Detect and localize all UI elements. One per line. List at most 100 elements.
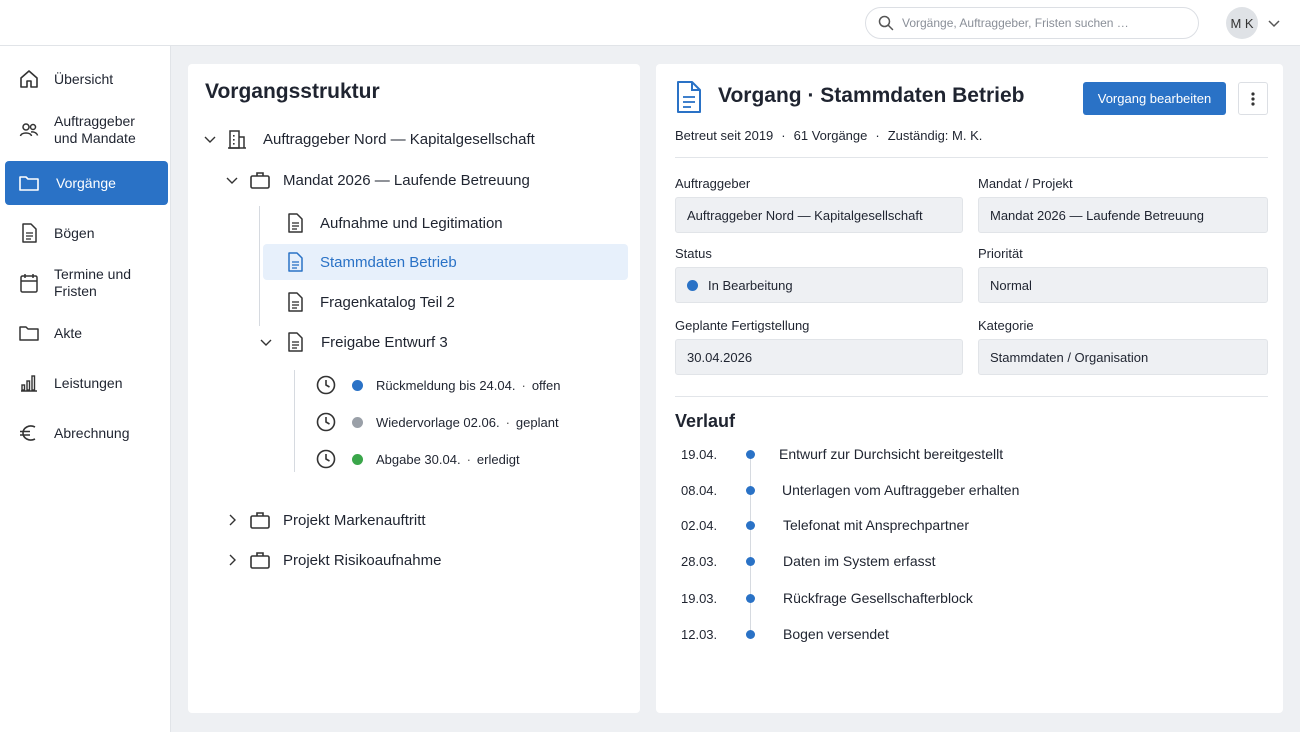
sidebar-item-label: Akte: [54, 324, 83, 341]
meta-owner: Zuständig: M. K.: [887, 128, 983, 143]
more-vertical-icon: [1251, 91, 1255, 106]
tree-item-client[interactable]: Auftraggeber Nord — Kapitalgesellschaft: [202, 121, 535, 157]
prioritaet-field[interactable]: Normal: [978, 267, 1268, 303]
tree-item-label: Aufnahme und Legitimation: [320, 214, 503, 232]
kategorie-field[interactable]: Stammdaten / Organisation: [978, 339, 1268, 375]
tree-panel: Vorgangsstruktur Auftraggeber Nord — Kap…: [188, 64, 640, 713]
timeline-dot: [746, 485, 755, 495]
separator: ·: [521, 377, 526, 393]
sidebar: Übersicht Auftraggeber und Mandate Vorgä…: [0, 46, 171, 732]
tree-item-project[interactable]: Projekt Markenauftritt: [224, 502, 426, 538]
timeline-item: 19.03. Rückfrage Gesellschafterblock: [681, 588, 973, 608]
timeline-text: Telefonat mit Ansprechpartner: [783, 517, 969, 533]
building-icon: [228, 130, 246, 149]
chevron-down-icon[interactable]: [224, 172, 240, 188]
briefcase-icon: [250, 172, 270, 189]
folder-icon: [19, 176, 39, 191]
timeline-item: 12.03. Bogen versendet: [681, 624, 889, 644]
timeline-date: 28.03.: [681, 553, 718, 569]
sidebar-item-leistungen[interactable]: Leistungen: [5, 361, 168, 405]
timeline-text: Unterlagen vom Auftraggeber erhalten: [782, 482, 1020, 498]
timeline-date: 19.03.: [681, 590, 718, 606]
deadline-label: Wiedervorlage 02.06.: [376, 414, 500, 430]
divider: [675, 157, 1268, 158]
field-label: Kategorie: [978, 318, 1034, 333]
chevron-right-icon[interactable]: [224, 512, 240, 528]
divider: [675, 396, 1268, 397]
tree-item-doc[interactable]: Freigabe Entwurf 3: [258, 324, 448, 360]
sidebar-item-label: Vorgänge: [56, 174, 116, 191]
timeline-item: 28.03. Daten im System erfasst: [681, 551, 936, 571]
status-field[interactable]: In Bearbeitung: [675, 267, 963, 303]
tree-item-project[interactable]: Projekt Risikoaufnahme: [224, 542, 441, 578]
sidebar-item-label: Auftraggeber und Mandate: [54, 113, 136, 146]
tree-item-label: Fragenkatalog Teil 2: [320, 293, 455, 311]
tree-item-doc[interactable]: Fragenkatalog Teil 2: [284, 284, 455, 320]
mandat-field[interactable]: Mandat 2026 — Laufende Betreuung: [978, 197, 1268, 233]
field-label: Status: [675, 246, 712, 261]
sidebar-item-label: Übersicht: [54, 70, 114, 87]
tree-item-doc[interactable]: Aufnahme und Legitimation: [284, 205, 503, 241]
sidebar-item-akte[interactable]: Akte: [5, 311, 168, 355]
status-value: In Bearbeitung: [708, 277, 793, 293]
sidebar-item-label: Leistungen: [54, 374, 123, 391]
document-icon: [288, 332, 303, 352]
sidebar-item-boegen[interactable]: Bögen: [5, 211, 168, 255]
sidebar-item-abrechnung[interactable]: Abrechnung: [5, 411, 168, 455]
timeline-item: 19.04. Entwurf zur Durchsicht bereitgest…: [681, 444, 1003, 464]
folder-icon: [19, 326, 39, 341]
sidebar-item-termine[interactable]: Termine und Fristen: [5, 261, 168, 305]
tree-connector: [259, 206, 260, 326]
search-box[interactable]: [865, 7, 1199, 39]
document-icon: [288, 252, 303, 272]
avatar[interactable]: M K: [1226, 7, 1258, 39]
search-input[interactable]: [902, 16, 1182, 30]
fertigstellung-field[interactable]: 30.04.2026: [675, 339, 963, 375]
verlauf-title: Verlauf: [675, 411, 736, 431]
separator: ·: [781, 128, 786, 143]
chevron-down-icon[interactable]: [258, 334, 274, 350]
sidebar-item-label: Termine und Fristen: [54, 266, 132, 299]
sidebar-item-vorgaenge[interactable]: Vorgänge: [5, 161, 168, 205]
more-button[interactable]: [1238, 82, 1268, 115]
meta-line: Betreut seit 2019 · 61 Vorgänge · Zustän…: [675, 128, 982, 143]
deadline-item[interactable]: Wiedervorlage 02.06. · geplant: [315, 407, 559, 437]
timeline-dot: [746, 593, 755, 603]
timeline-dot: [746, 449, 755, 459]
tree-connector: [294, 370, 295, 472]
timeline-text: Bogen versendet: [783, 626, 889, 642]
separator: ·: [505, 414, 510, 430]
deadline-item[interactable]: Abgabe 30.04. · erledigt: [315, 444, 520, 474]
deadline-state: erledigt: [476, 451, 520, 467]
timeline-item: 08.04. Unterlagen vom Auftraggeber erhal…: [681, 480, 1019, 500]
chevron-right-icon[interactable]: [224, 552, 240, 568]
detail-title: Vorgang · Stammdaten Betrieb: [718, 84, 1025, 107]
briefcase-icon: [250, 512, 270, 529]
timeline-dot: [746, 556, 755, 566]
tree-item-mandate[interactable]: Mandat 2026 — Laufende Betreuung: [224, 162, 530, 198]
edit-button[interactable]: Vorgang bearbeiten: [1083, 82, 1226, 115]
tree-item-doc-selected[interactable]: Stammdaten Betrieb: [263, 244, 628, 280]
field-label: Auftraggeber: [675, 176, 751, 191]
document-icon: [22, 223, 37, 243]
timeline-dot: [746, 629, 755, 639]
tree-title: Vorgangsstruktur: [205, 80, 380, 103]
search-icon: [878, 15, 894, 31]
document-icon: [288, 213, 303, 233]
separator: ·: [466, 451, 471, 467]
auftraggeber-field[interactable]: Auftraggeber Nord — Kapitalgesellschaft: [675, 197, 963, 233]
clock-icon: [316, 412, 336, 432]
sidebar-item-auftraggeber[interactable]: Auftraggeber und Mandate: [5, 108, 168, 152]
deadline-item[interactable]: Rückmeldung bis 24.04. · offen: [315, 370, 561, 400]
timeline-text: Entwurf zur Durchsicht bereitgestellt: [779, 446, 1004, 462]
top-bar: M K: [0, 0, 1300, 46]
sidebar-item-label: Abrechnung: [54, 424, 130, 441]
chevron-down-icon[interactable]: [1266, 15, 1282, 31]
calendar-icon: [20, 274, 38, 293]
sidebar-item-uebersicht[interactable]: Übersicht: [5, 57, 168, 101]
tree-item-label: Freigabe Entwurf 3: [321, 333, 448, 351]
chevron-down-icon[interactable]: [202, 131, 218, 147]
meta-count: 61 Vorgänge: [793, 128, 868, 143]
euro-icon: [20, 425, 36, 441]
users-icon: [19, 123, 39, 137]
